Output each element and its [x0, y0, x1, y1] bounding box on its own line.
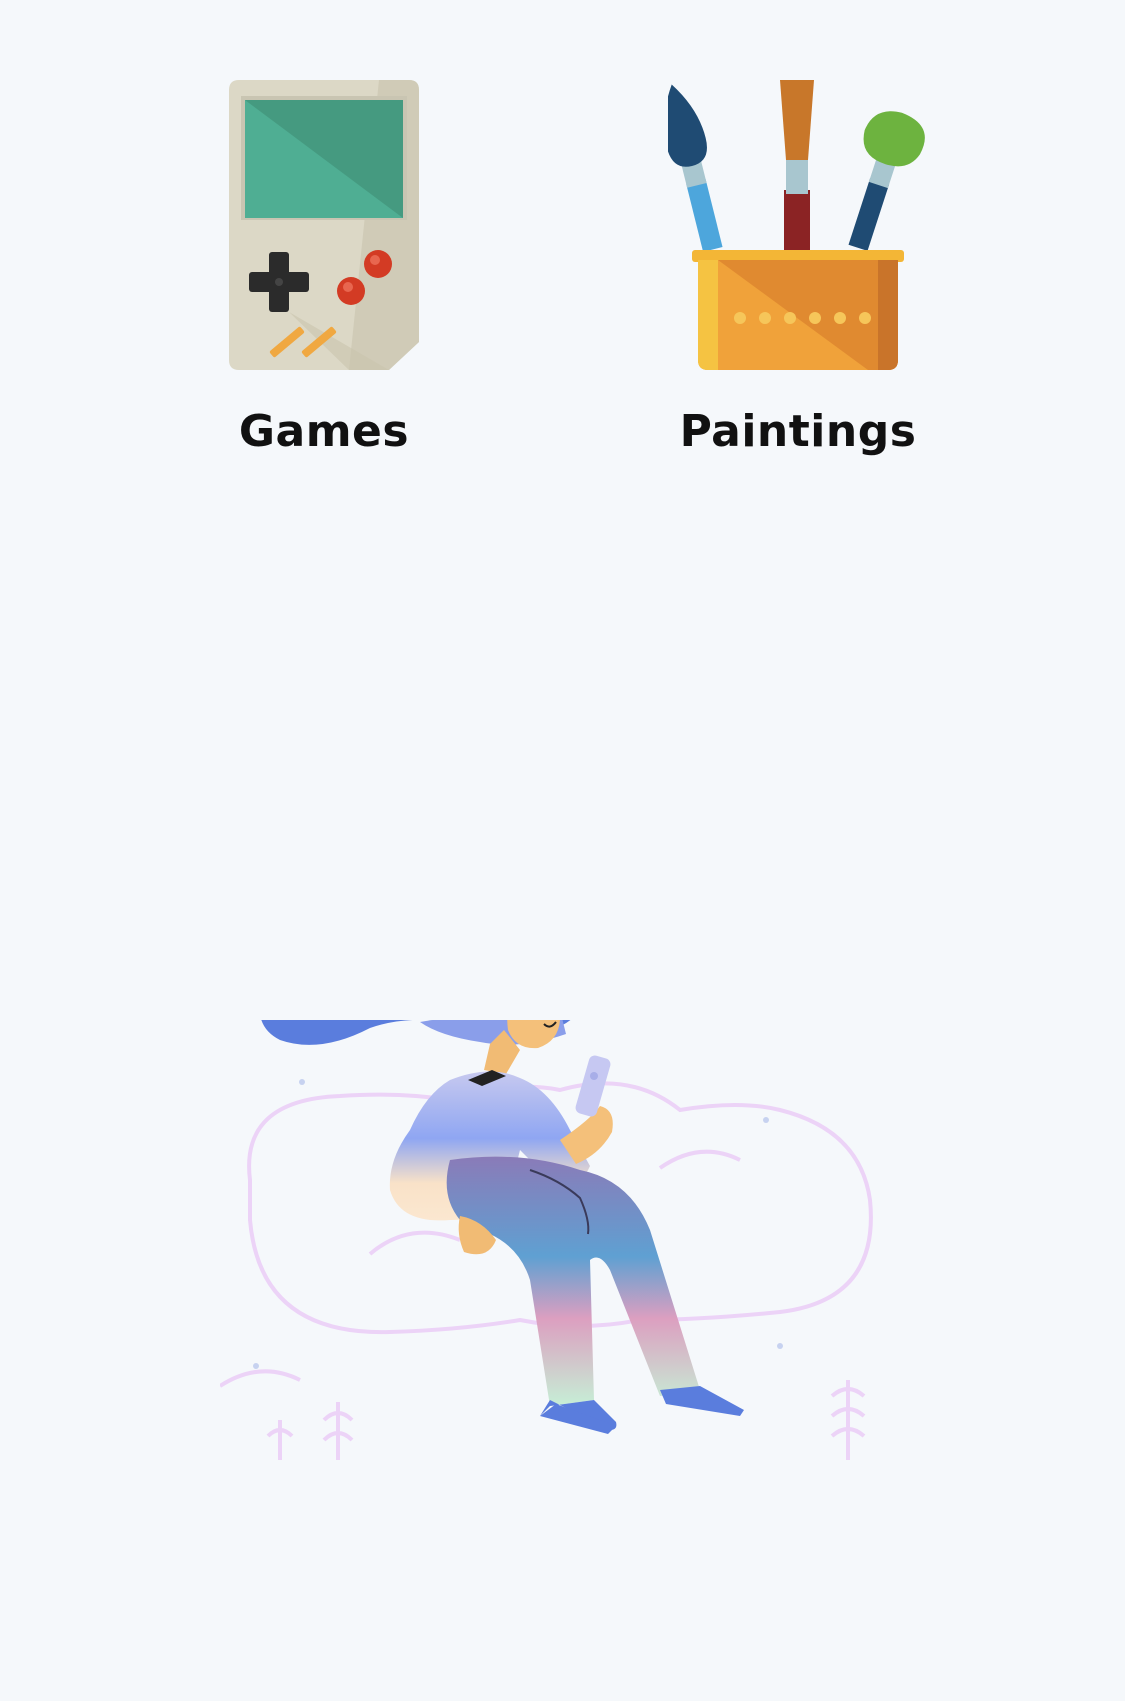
category-paintings[interactable]: Paintings	[648, 80, 948, 457]
game-console-icon	[174, 80, 474, 380]
woman-with-phone-illustration	[218, 956, 920, 1580]
paintbrush-cup-icon	[648, 80, 948, 380]
category-label-paintings: Paintings	[679, 406, 917, 457]
screen: Games Paintings	[0, 0, 1125, 1701]
category-label-games: Games	[238, 406, 410, 457]
category-games[interactable]: Games	[174, 80, 474, 457]
